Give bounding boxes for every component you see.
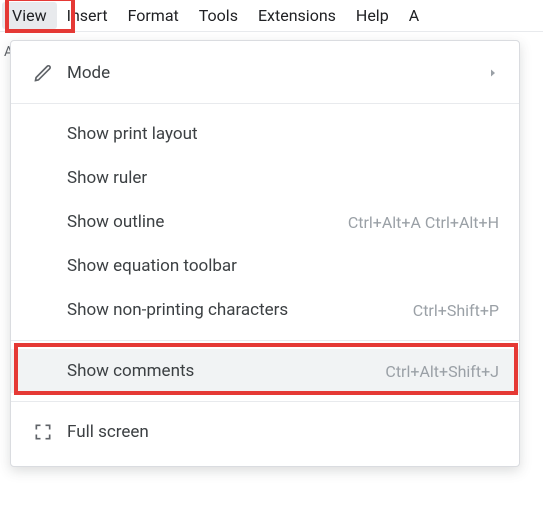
menuitem-mode[interactable]: Mode	[11, 51, 519, 95]
menu-view[interactable]: View	[2, 2, 57, 29]
menuitem-label: Show comments	[67, 361, 385, 381]
divider	[11, 401, 519, 402]
menu-fragment-a[interactable]: A	[399, 2, 429, 29]
menu-format[interactable]: Format	[118, 2, 189, 29]
menu-insert[interactable]: Insert	[57, 2, 118, 29]
pencil-icon	[33, 63, 67, 83]
view-dropdown: Mode Show print layout Show ruler Show o…	[10, 40, 520, 467]
menuitem-show-nonprinting[interactable]: Show non-printing characters Ctrl+Shift+…	[11, 288, 519, 332]
menuitem-label: Mode	[67, 63, 487, 83]
menuitem-shortcut: Ctrl+Alt+A Ctrl+Alt+H	[348, 213, 499, 232]
menuitem-label: Show ruler	[67, 168, 499, 188]
menu-help[interactable]: Help	[346, 2, 399, 29]
menuitem-show-print-layout[interactable]: Show print layout	[11, 112, 519, 156]
menuitem-show-comments[interactable]: Show comments Ctrl+Alt+Shift+J	[11, 349, 519, 393]
menu-extensions[interactable]: Extensions	[248, 2, 346, 29]
menuitem-label: Show print layout	[67, 124, 499, 144]
menuitem-show-ruler[interactable]: Show ruler	[11, 156, 519, 200]
menuitem-full-screen[interactable]: Full screen	[11, 410, 519, 454]
menuitem-label: Full screen	[67, 422, 499, 442]
divider	[11, 103, 519, 104]
menuitem-label: Show equation toolbar	[67, 256, 499, 276]
divider	[11, 340, 519, 341]
menuitem-shortcut: Ctrl+Shift+P	[413, 301, 499, 320]
menuitem-show-equation-toolbar[interactable]: Show equation toolbar	[11, 244, 519, 288]
menu-tools[interactable]: Tools	[189, 2, 248, 29]
menuitem-show-outline[interactable]: Show outline Ctrl+Alt+A Ctrl+Alt+H	[11, 200, 519, 244]
menuitem-label: Show outline	[67, 212, 348, 232]
menuitem-label: Show non-printing characters	[67, 300, 413, 320]
fullscreen-icon	[33, 422, 67, 442]
chevron-right-icon	[487, 67, 499, 79]
menuitem-shortcut: Ctrl+Alt+Shift+J	[385, 362, 499, 381]
menubar: View Insert Format Tools Extensions Help…	[0, 0, 543, 32]
